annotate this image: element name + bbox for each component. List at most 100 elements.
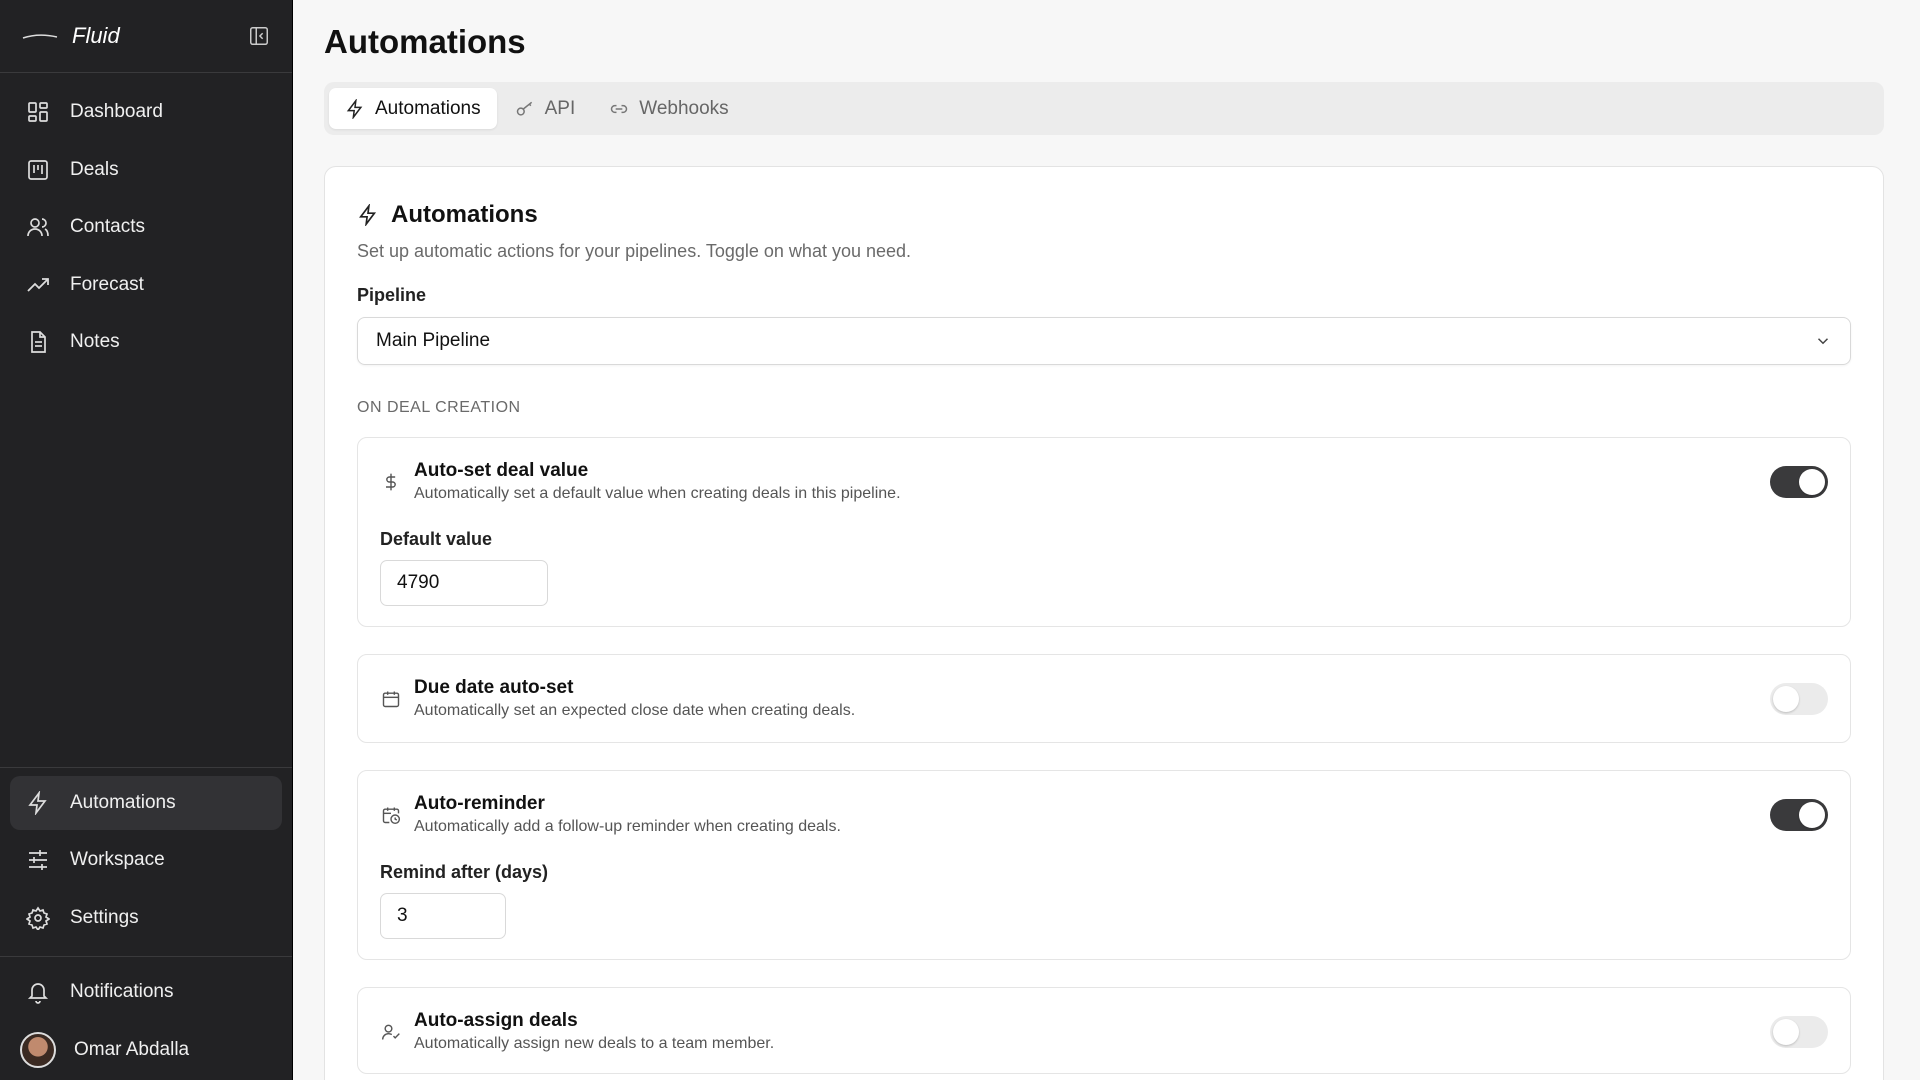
remind-after-input[interactable]: 3 [380,893,506,939]
avatar [20,1031,56,1068]
contacts-icon [26,215,50,239]
tab-bar: Automations API Webhooks [324,82,1884,135]
tab-automations[interactable]: Automations [329,88,497,129]
lightning-icon [26,790,50,815]
sidebar-item-forecast[interactable]: Forecast [10,258,282,312]
default-value-input-value: 4790 [397,572,440,593]
notes-icon [26,330,50,354]
sidebar-item-deals[interactable]: Deals [10,143,282,197]
bell-icon [26,980,50,1004]
rule-text: Auto-assign deals Automatically assign n… [414,1010,1770,1053]
lightning-icon [345,98,365,119]
rule-subtitle: Automatically assign new deals to a team… [414,1035,775,1052]
rule-auto-set-deal-value: Auto-set deal value Automatically set a … [357,437,1851,627]
sidebar-item-notes[interactable]: Notes [10,315,282,369]
rule-text: Auto-reminder Automatically add a follow… [414,793,1770,836]
forecast-icon [26,273,50,297]
sidebar-footer: Notifications Omar Abdalla [0,956,292,1080]
page-title: Automations [324,23,526,60]
deals-icon [26,158,50,182]
lightning-icon [357,204,379,226]
sidebar-item-label: Notifications [70,981,174,1002]
sidebar-item-label: Notes [70,331,120,352]
sidebar-item-label: Workspace [70,849,165,870]
rule-due-date-auto-set: Due date auto-set Automatically set an e… [357,654,1851,743]
rule-title: Due date auto-set [414,677,574,698]
pipeline-select[interactable]: Main Pipeline [357,317,1851,365]
toggle-knob [1773,685,1799,712]
calendar-icon [380,688,402,710]
sidebar-bottom-group: Automations Workspace Settings [0,766,292,957]
rule-title: Auto-assign deals [414,1010,578,1031]
fluid-logo-icon [22,34,58,39]
key-icon [515,99,535,119]
sidebar-item-workspace[interactable]: Workspace [10,833,282,887]
card-title-text: Automations [391,201,538,228]
sidebar-item-label: Deals [70,158,119,180]
auto-reminder-toggle[interactable] [1770,798,1828,831]
main-content: Automations Automations API Webhooks Aut… [293,0,1920,1080]
pipeline-label: Pipeline [357,285,427,305]
default-value-input[interactable]: 4790 [380,560,548,606]
pipeline-select-value: Main Pipeline [376,330,491,351]
sidebar-item-settings[interactable]: Settings [10,891,282,945]
remind-after-input-value: 3 [397,905,408,926]
rule-title: Auto-set deal value [414,460,589,481]
sidebar-item-label: Forecast [70,273,144,295]
user-profile[interactable]: Omar Abdalla [10,1023,282,1077]
chevron-down-icon [1817,338,1829,345]
tab-label: API [544,97,576,119]
automations-card: Automations Set up automatic actions for… [324,166,1884,1080]
sidebar-item-notifications[interactable]: Notifications [10,965,282,1019]
dollar-icon [380,471,402,493]
sidebar-item-dashboard[interactable]: Dashboard [10,85,282,139]
sidebar-item-label: Dashboard [70,101,163,122]
auto-set-deal-value-toggle[interactable] [1770,465,1828,498]
tab-api[interactable]: API [499,88,592,129]
remind-after-label: Remind after (days) [380,862,549,882]
app-name: Fluid [72,23,120,48]
link-icon [609,99,629,119]
toggle-knob [1773,1018,1799,1045]
rule-header: Auto-reminder Automatically add a follow… [380,793,1828,836]
auto-assign-deals-toggle[interactable] [1770,1015,1828,1048]
rule-header: Auto-set deal value Automatically set a … [380,460,1828,503]
toggle-knob [1799,801,1825,828]
sidebar-item-automations[interactable]: Automations [10,775,282,830]
tab-label: Webhooks [639,97,729,119]
rule-subtitle: Automatically set an expected close date… [414,702,856,719]
gear-icon [26,905,50,930]
collapse-sidebar-icon[interactable] [248,25,270,47]
tab-label: Automations [375,97,481,119]
user-name: Omar Abdalla [74,1038,190,1060]
sidebar-item-label: Contacts [70,216,145,237]
rule-subtitle: Automatically add a follow-up reminder w… [414,818,841,835]
sidebar: Fluid Dashboard Deals Contacts Forecast [0,0,293,1080]
due-date-auto-set-toggle[interactable] [1770,682,1828,715]
user-check-icon [380,1021,402,1043]
rule-header: Due date auto-set Automatically set an e… [380,677,1828,720]
rule-auto-reminder: Auto-reminder Automatically add a follow… [357,770,1851,960]
section-title: ON DEAL CREATION [357,399,521,416]
sidebar-item-label: Settings [70,906,139,928]
sidebar-item-label: Automations [70,791,176,813]
brand-header: Fluid [0,0,292,73]
calendar-clock-icon [380,804,402,826]
tab-webhooks[interactable]: Webhooks [593,88,744,129]
rule-auto-assign-deals: Auto-assign deals Automatically assign n… [357,987,1851,1074]
rule-header: Auto-assign deals Automatically assign n… [380,1010,1828,1053]
rule-subtitle: Automatically set a default value when c… [414,485,901,502]
card-description: Set up automatic actions for your pipeli… [357,241,912,261]
dashboard-icon [26,100,50,124]
rule-text: Due date auto-set Automatically set an e… [414,677,1770,720]
sidebar-nav: Dashboard Deals Contacts Forecast Notes [0,73,292,385]
toggle-knob [1799,468,1825,495]
card-title: Automations [357,201,1851,229]
rule-title: Auto-reminder [414,793,545,814]
sliders-icon [26,848,50,872]
default-value-label: Default value [380,529,493,549]
app-root: Fluid Dashboard Deals Contacts Forecast [0,0,1920,1080]
rule-text: Auto-set deal value Automatically set a … [414,460,1770,503]
sidebar-item-contacts[interactable]: Contacts [10,200,282,254]
